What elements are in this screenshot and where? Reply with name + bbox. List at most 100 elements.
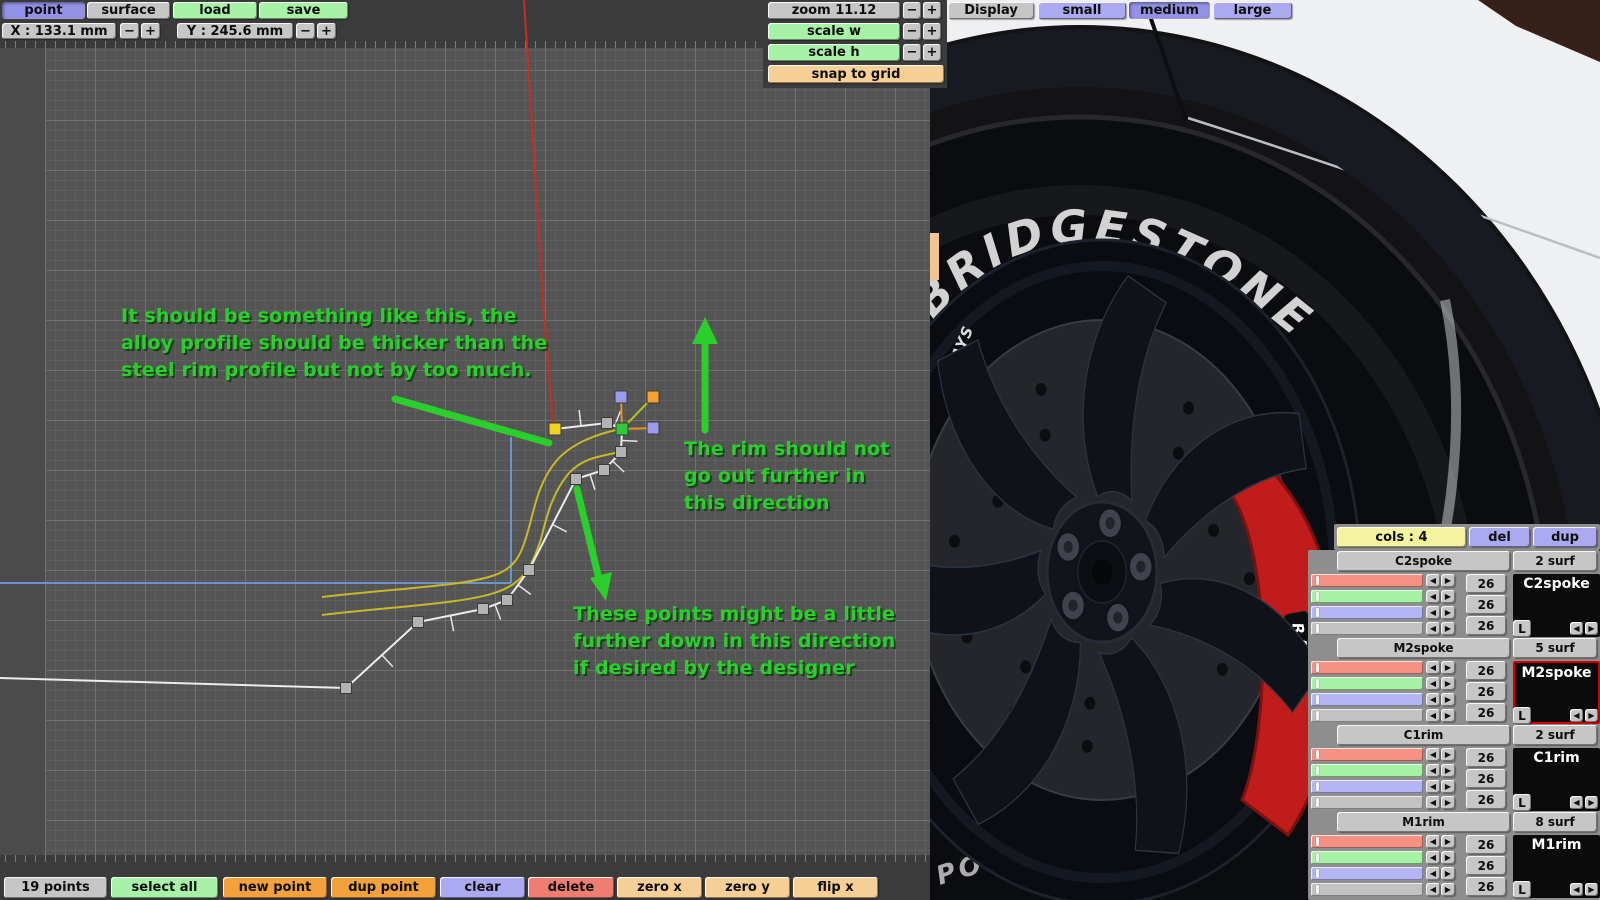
- slider-left-arrow-button[interactable]: ◀: [1426, 883, 1440, 896]
- scale-w-minus-button[interactable]: −: [903, 23, 921, 40]
- slider-left-arrow-button[interactable]: ◀: [1426, 835, 1440, 848]
- surface-name-button-M2spoke[interactable]: M2spoke: [1337, 638, 1510, 658]
- surface-name-button-C2spoke[interactable]: C2spoke: [1337, 551, 1510, 571]
- slider-right-arrow-button[interactable]: ▶: [1441, 764, 1455, 777]
- surface-mode-button[interactable]: surface: [87, 2, 170, 19]
- channel-slider[interactable]: [1311, 606, 1423, 619]
- slider-handle[interactable]: [1316, 679, 1319, 688]
- clear-button[interactable]: clear: [440, 877, 525, 898]
- snap-to-grid-button[interactable]: snap to grid: [768, 65, 944, 83]
- channel-slider[interactable]: [1311, 835, 1423, 848]
- slider-right-arrow-button[interactable]: ▶: [1441, 590, 1455, 603]
- slider-left-arrow-button[interactable]: ◀: [1426, 851, 1440, 864]
- slider-right-arrow-button[interactable]: ▶: [1441, 709, 1455, 722]
- value-button[interactable]: 26: [1466, 595, 1506, 614]
- channel-slider[interactable]: [1311, 764, 1423, 777]
- channel-slider[interactable]: [1311, 590, 1423, 603]
- scale-w-button[interactable]: scale w: [768, 23, 900, 40]
- slider-handle[interactable]: [1316, 853, 1319, 862]
- slider-handle[interactable]: [1316, 837, 1319, 846]
- l-toggle-button[interactable]: L: [1513, 620, 1531, 637]
- y-minus-button[interactable]: −: [296, 23, 315, 39]
- scale-w-plus-button[interactable]: +: [923, 23, 941, 40]
- zoom-plus-button[interactable]: +: [923, 2, 941, 19]
- slider-left-arrow-button[interactable]: ◀: [1426, 748, 1440, 761]
- slider-left-arrow-button[interactable]: ◀: [1426, 590, 1440, 603]
- slider-right-arrow-button[interactable]: ▶: [1441, 677, 1455, 690]
- slider-right-arrow-button[interactable]: ▶: [1441, 835, 1455, 848]
- cols-count-button[interactable]: cols : 4: [1337, 527, 1466, 547]
- new-point-button[interactable]: new point: [223, 877, 327, 898]
- preview-right-arrow-button[interactable]: ▶: [1585, 796, 1598, 809]
- value-button[interactable]: 26: [1466, 877, 1506, 896]
- channel-slider[interactable]: [1311, 661, 1423, 674]
- surface-name-button-M1rim[interactable]: M1rim: [1337, 812, 1510, 832]
- preview-left-arrow-button[interactable]: ◀: [1570, 622, 1583, 635]
- channel-slider[interactable]: [1311, 883, 1423, 896]
- del-surface-button[interactable]: del: [1469, 527, 1530, 547]
- slider-handle[interactable]: [1316, 885, 1319, 894]
- slider-left-arrow-button[interactable]: ◀: [1426, 661, 1440, 674]
- slider-left-arrow-button[interactable]: ◀: [1426, 606, 1440, 619]
- channel-slider[interactable]: [1311, 622, 1423, 635]
- slider-handle[interactable]: [1316, 766, 1319, 775]
- slider-handle[interactable]: [1316, 750, 1319, 759]
- slider-right-arrow-button[interactable]: ▶: [1441, 867, 1455, 880]
- channel-slider[interactable]: [1311, 574, 1423, 587]
- slider-right-arrow-button[interactable]: ▶: [1441, 661, 1455, 674]
- preview-right-arrow-button[interactable]: ▶: [1585, 709, 1598, 722]
- slider-handle[interactable]: [1316, 663, 1319, 672]
- channel-slider[interactable]: [1311, 748, 1423, 761]
- slider-right-arrow-button[interactable]: ▶: [1441, 574, 1455, 587]
- display-button[interactable]: Display: [948, 2, 1034, 19]
- save-button[interactable]: save: [259, 2, 348, 19]
- zero-y-button[interactable]: zero y: [705, 877, 790, 898]
- scale-h-button[interactable]: scale h: [768, 44, 900, 61]
- slider-left-arrow-button[interactable]: ◀: [1426, 709, 1440, 722]
- channel-slider[interactable]: [1311, 867, 1423, 880]
- slider-left-arrow-button[interactable]: ◀: [1426, 867, 1440, 880]
- select-all-button[interactable]: select all: [111, 877, 218, 898]
- slider-handle[interactable]: [1316, 695, 1319, 704]
- slider-right-arrow-button[interactable]: ▶: [1441, 780, 1455, 793]
- x-minus-button[interactable]: −: [120, 23, 139, 39]
- slider-handle[interactable]: [1316, 592, 1319, 601]
- surface-name-button-C1rim[interactable]: C1rim: [1337, 725, 1510, 745]
- value-button[interactable]: 26: [1466, 790, 1506, 809]
- value-button[interactable]: 26: [1466, 682, 1506, 701]
- value-button[interactable]: 26: [1466, 661, 1506, 680]
- slider-left-arrow-button[interactable]: ◀: [1426, 622, 1440, 635]
- scale-h-plus-button[interactable]: +: [923, 44, 941, 61]
- value-button[interactable]: 26: [1466, 703, 1506, 722]
- slider-handle[interactable]: [1316, 624, 1319, 633]
- channel-slider[interactable]: [1311, 796, 1423, 809]
- slider-left-arrow-button[interactable]: ◀: [1426, 780, 1440, 793]
- value-button[interactable]: 26: [1466, 835, 1506, 854]
- slider-handle[interactable]: [1316, 798, 1319, 807]
- channel-slider[interactable]: [1311, 693, 1423, 706]
- load-button[interactable]: load: [173, 2, 257, 19]
- channel-slider[interactable]: [1311, 677, 1423, 690]
- slider-handle[interactable]: [1316, 782, 1319, 791]
- display-small-button[interactable]: small: [1038, 2, 1126, 19]
- l-toggle-button[interactable]: L: [1513, 881, 1531, 898]
- slider-left-arrow-button[interactable]: ◀: [1426, 764, 1440, 777]
- slider-handle[interactable]: [1316, 608, 1319, 617]
- x-plus-button[interactable]: +: [141, 23, 160, 39]
- value-button[interactable]: 26: [1466, 616, 1506, 635]
- zero-x-button[interactable]: zero x: [617, 877, 702, 898]
- zoom-minus-button[interactable]: −: [903, 2, 921, 19]
- channel-slider[interactable]: [1311, 780, 1423, 793]
- slider-left-arrow-button[interactable]: ◀: [1426, 693, 1440, 706]
- slider-right-arrow-button[interactable]: ▶: [1441, 622, 1455, 635]
- slider-right-arrow-button[interactable]: ▶: [1441, 693, 1455, 706]
- l-toggle-button[interactable]: L: [1513, 794, 1531, 811]
- preview-left-arrow-button[interactable]: ◀: [1570, 883, 1583, 896]
- dup-surface-button[interactable]: dup: [1533, 527, 1597, 547]
- slider-handle[interactable]: [1316, 869, 1319, 878]
- y-plus-button[interactable]: +: [317, 23, 336, 39]
- slider-handle[interactable]: [1316, 711, 1319, 720]
- flip-x-button[interactable]: flip x: [793, 877, 878, 898]
- dup-point-button[interactable]: dup point: [331, 877, 436, 898]
- preview-left-arrow-button[interactable]: ◀: [1570, 709, 1583, 722]
